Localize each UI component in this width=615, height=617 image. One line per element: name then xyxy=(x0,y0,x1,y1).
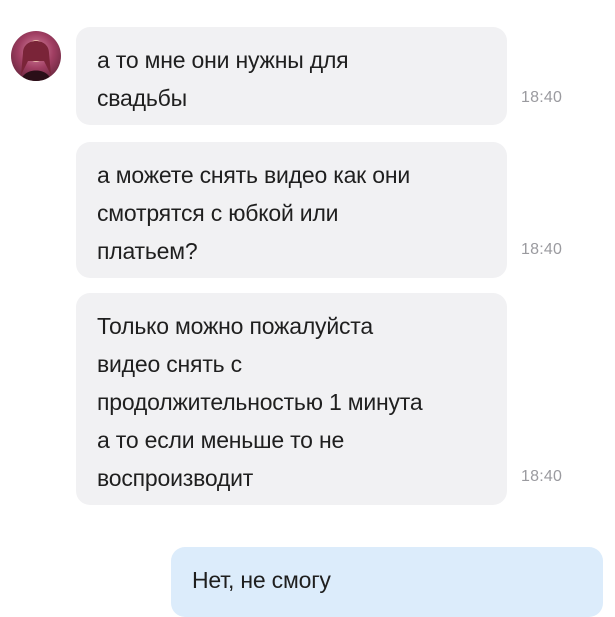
message-text: а то мне они нужны для свадьбы xyxy=(97,47,349,111)
avatar-image xyxy=(21,40,51,81)
outgoing-message-bubble[interactable]: Нет, не смогу xyxy=(171,547,603,617)
message-time: 18:40 xyxy=(521,89,563,106)
message-time: 18:40 xyxy=(521,468,563,485)
message-time: 18:40 xyxy=(521,241,563,258)
incoming-message-bubble[interactable]: а можете снять видео как они смотрятся с… xyxy=(76,142,507,278)
message-text: Только можно пожалуйста видео снять с пр… xyxy=(97,313,423,491)
sender-avatar[interactable] xyxy=(11,31,61,81)
incoming-message-bubble[interactable]: Только можно пожалуйста видео снять с пр… xyxy=(76,293,507,505)
message-text: а можете снять видео как они смотрятся с… xyxy=(97,162,410,264)
message-text: Нет, не смогу xyxy=(192,567,331,593)
incoming-message-bubble[interactable]: а то мне они нужны для свадьбы xyxy=(76,27,507,125)
